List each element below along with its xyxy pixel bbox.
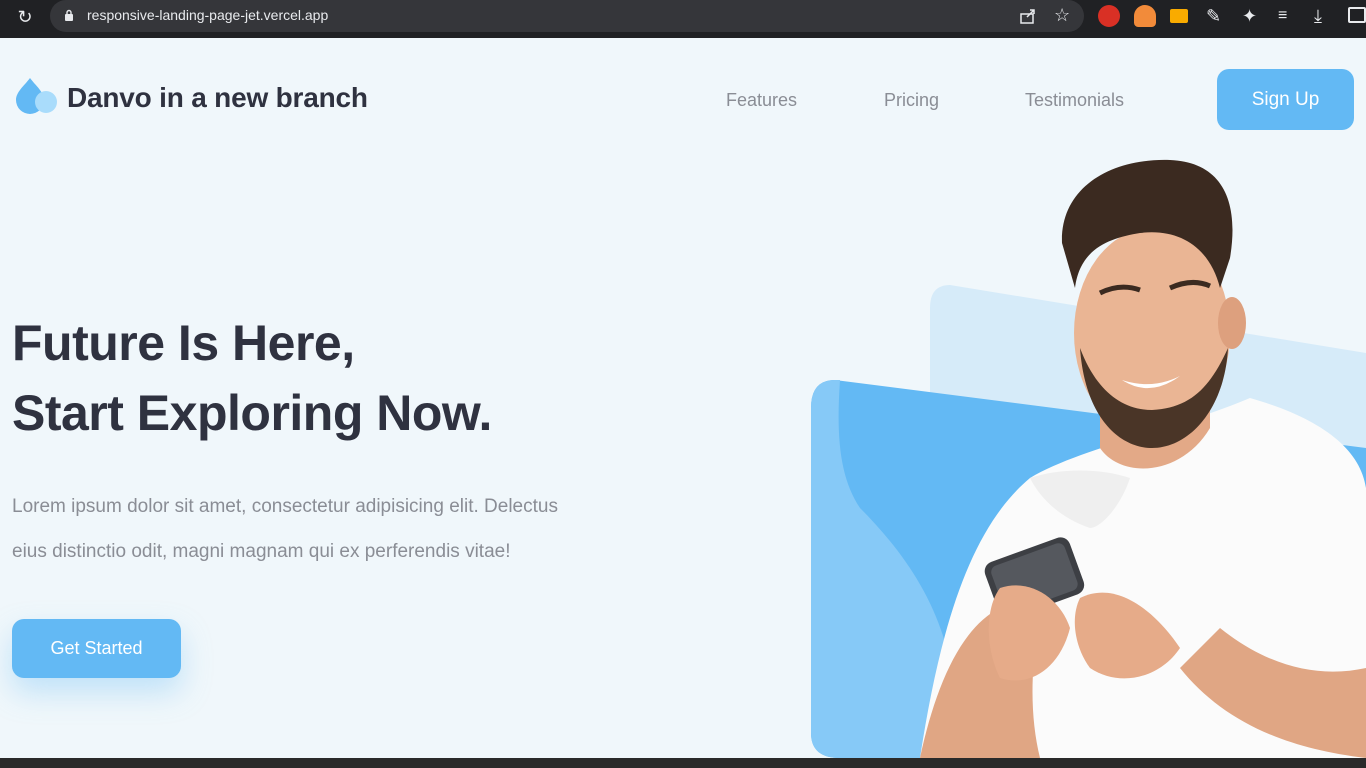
nav-features[interactable]: Features [726, 90, 797, 111]
drop-logo-icon[interactable] [12, 74, 58, 116]
extension-yellow-icon[interactable] [1170, 9, 1188, 23]
puzzle-icon[interactable]: ✦ [1242, 5, 1264, 27]
extension-red-icon[interactable] [1098, 5, 1120, 27]
hero-headline-line-2: Start Exploring Now. [12, 385, 492, 441]
browser-toolbar: ↻ responsive-landing-page-jet.vercel.app… [0, 0, 1366, 38]
nav-pricing[interactable]: Pricing [884, 90, 939, 111]
get-started-button[interactable]: Get Started [12, 619, 181, 678]
window-icon[interactable] [1348, 7, 1366, 23]
signup-button[interactable]: Sign Up [1217, 69, 1354, 130]
download-icon[interactable]: ⤓ [1314, 5, 1336, 27]
url-text[interactable]: responsive-landing-page-jet.vercel.app [87, 7, 328, 23]
landing-page: Danvo in a new branch Features Pricing T… [0, 38, 1366, 758]
hero-description-line-1: Lorem ipsum dolor sit amet, consectetur … [12, 496, 558, 517]
star-icon[interactable]: ☆ [1054, 4, 1070, 26]
media-queue-icon[interactable]: ≡ [1278, 5, 1300, 27]
extension-orange-icon[interactable] [1134, 5, 1156, 27]
brand-name[interactable]: Danvo in a new branch [67, 82, 368, 114]
hero-description-line-2: eius distinctio odit, magni magnam qui e… [12, 541, 511, 562]
nav-testimonials[interactable]: Testimonials [1025, 90, 1124, 111]
hero-illustration [811, 159, 1366, 758]
lock-icon [65, 9, 73, 21]
address-bar[interactable]: responsive-landing-page-jet.vercel.app ☆ [50, 0, 1084, 32]
reload-icon[interactable]: ↻ [14, 6, 36, 28]
share-icon[interactable] [1018, 6, 1038, 26]
hero-headline-line-1: Future Is Here, [12, 315, 355, 371]
taskbar [0, 758, 1366, 768]
eyedropper-icon[interactable]: ✎ [1206, 5, 1228, 27]
